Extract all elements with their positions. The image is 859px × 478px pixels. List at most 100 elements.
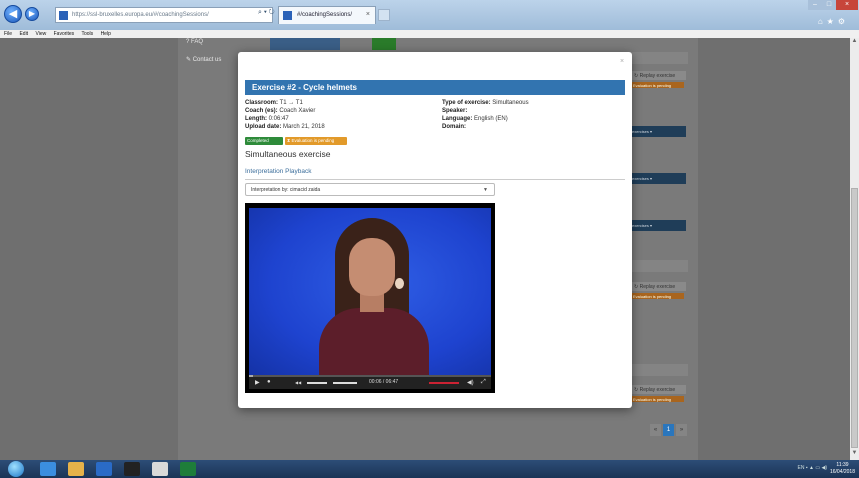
terminal-taskbar-icon[interactable] [124,462,140,476]
menu-favorites[interactable]: Favorites [54,31,75,37]
bg-exercises-label: exercises [632,129,649,134]
app-taskbar-icon[interactable] [152,462,168,476]
bg-replay-button[interactable]: ↻ Replay exercise [630,385,686,394]
record-dot-icon[interactable]: ● [267,379,271,385]
play-icon[interactable]: ▶ [255,379,260,386]
menu-help[interactable]: Help [101,31,111,37]
divider [245,179,625,180]
start-button[interactable] [8,461,24,477]
pagination-prev[interactable]: « [650,424,661,436]
tab-title: #/coachingSessions/ [297,12,353,18]
scroll-thumb[interactable] [851,188,858,448]
bg-eval-badge: Evaluation is pending [630,396,684,402]
bg-tab-strip [270,38,340,50]
pagination-page-current[interactable]: 1 [663,424,674,436]
scroll-down-icon[interactable]: ▼ [850,450,859,460]
bg-eval-badge: Evaluation is pending [630,82,684,88]
refresh-icon: ↻ [634,387,639,393]
tray-language[interactable]: EN [798,465,805,471]
speaker-icon[interactable]: ◀) [467,379,474,386]
minimize-button[interactable]: – [808,0,822,10]
field-value: T1 → T1 [279,100,303,106]
back-button[interactable]: ◀ [4,5,22,23]
volume-bar-mid[interactable] [333,382,357,384]
menu-tools[interactable]: Tools [81,31,93,37]
sidebar-item-label: FAQ [191,39,204,45]
field-label: Type of exercise: [442,100,491,106]
status-badge-pending: ⧗ Evaluation is pending [285,137,347,145]
chevron-down-icon: ▼ [483,187,488,193]
sidebar-item-contact[interactable]: ✎ Contact us [186,56,221,63]
clock-date: 16/04/2018 [829,469,855,475]
bg-replay-label: Replay exercise [639,73,676,79]
system-tray[interactable]: EN ▪ ▲ ▭ ◀) [798,465,827,471]
volume-bar-left[interactable] [307,382,327,384]
field-label: Domain: [442,124,466,130]
field-label: Upload date: [245,124,282,130]
tab-close-icon[interactable]: × [366,11,370,18]
field-label: Speaker: [442,108,468,114]
modal-title: Exercise #2 - Cycle helmets [245,80,625,95]
search-refresh-icon[interactable]: ⌕ ▾ ↻ [258,9,275,17]
forward-button[interactable]: ▶ [25,7,39,21]
field-coach: Coach (es): Coach Xavier [245,108,315,114]
taskbar-clock[interactable]: 11:39 16/04/2018 [830,462,855,476]
scroll-up-icon[interactable]: ▲ [850,38,859,48]
windows-taskbar: EN ▪ ▲ ▭ ◀) 11:39 16/04/2018 [0,460,859,478]
close-icon[interactable]: × [620,58,624,65]
menu-view[interactable]: View [35,31,46,37]
video-face [349,238,395,296]
bg-exercises-button[interactable]: exercises ▾ [630,126,686,137]
bg-replay-label: Replay exercise [639,387,676,393]
interpretation-select[interactable]: Interpretation by: cimacid zaida ▼ [245,183,495,196]
bg-replay-button[interactable]: ↻ Replay exercise [630,71,686,80]
volume-slider[interactable] [429,382,459,384]
status-badge-pending-label: Evaluation is pending [291,138,335,143]
tab-favicon-icon [283,11,292,20]
menu-file[interactable]: File [4,31,12,37]
field-label: Length: [245,116,267,122]
menu-edit[interactable]: Edit [19,31,28,37]
exercise-heading: Simultaneous exercise [245,149,331,159]
field-speaker: Speaker: [442,108,467,114]
field-language: Language: English (EN) [442,116,508,122]
maximize-button[interactable]: □ [822,0,836,10]
video-frame[interactable] [249,208,491,375]
field-length: Length: 0:06:47 [245,116,289,122]
bg-exercises-button[interactable]: exercises ▾ [630,220,686,231]
field-value: Simultaneous [492,100,529,106]
bg-replay-button[interactable]: ↻ Replay exercise [630,282,686,291]
bg-exercises-button[interactable]: exercises ▾ [630,173,686,184]
video-controls: ▶ ● ◀◀ 00:06 / 06:47 ◀) ⤢ [249,377,491,389]
pagination-next[interactable]: » [676,424,687,436]
bg-replay-label: Replay exercise [639,284,676,290]
status-badge-completed: Completed [245,137,283,145]
field-type: Type of exercise: Simultaneous [442,100,529,106]
field-classroom: Classroom: T1 → T1 [245,100,303,106]
ie-taskbar-icon[interactable] [40,462,56,476]
folder-taskbar-icon[interactable] [68,462,84,476]
exercise-modal: × Exercise #2 - Cycle helmets Classroom:… [238,52,632,408]
home-star-gear-icon[interactable]: ⌂★⚙ [818,17,849,26]
excel-taskbar-icon[interactable] [180,462,196,476]
field-upload-date: Upload date: March 21, 2018 [245,124,325,130]
clock-time: 11:39 [836,462,849,468]
page-scrollbar[interactable]: ▲ ▼ [850,38,859,460]
address-bar[interactable]: https://ssl-bruxelles.europa.eu/#/coachi… [55,7,273,23]
video-player[interactable]: ▶ ● ◀◀ 00:06 / 06:47 ◀) ⤢ [245,203,495,393]
outlook-taskbar-icon[interactable] [96,462,112,476]
field-label: Classroom: [245,100,279,106]
close-window-button[interactable]: × [836,0,858,10]
refresh-icon: ↻ [634,284,639,290]
new-tab-button[interactable] [378,9,390,21]
field-value: 0:06:47 [268,116,289,122]
rewind-icon[interactable]: ◀◀ [295,380,301,385]
field-value: Coach Xavier [279,108,316,114]
browser-titlebar: ◀ ▶ https://ssl-bruxelles.europa.eu/#/co… [0,0,859,30]
menu-bar: File Edit View Favorites Tools Help [0,30,859,38]
sidebar-item-faq[interactable]: ? FAQ [186,39,203,45]
video-earring [395,278,404,289]
bg-eval-badge: Evaluation is pending [630,293,684,299]
browser-tab[interactable]: #/coachingSessions/ × [278,6,376,24]
fullscreen-icon[interactable]: ⤢ [481,379,486,386]
